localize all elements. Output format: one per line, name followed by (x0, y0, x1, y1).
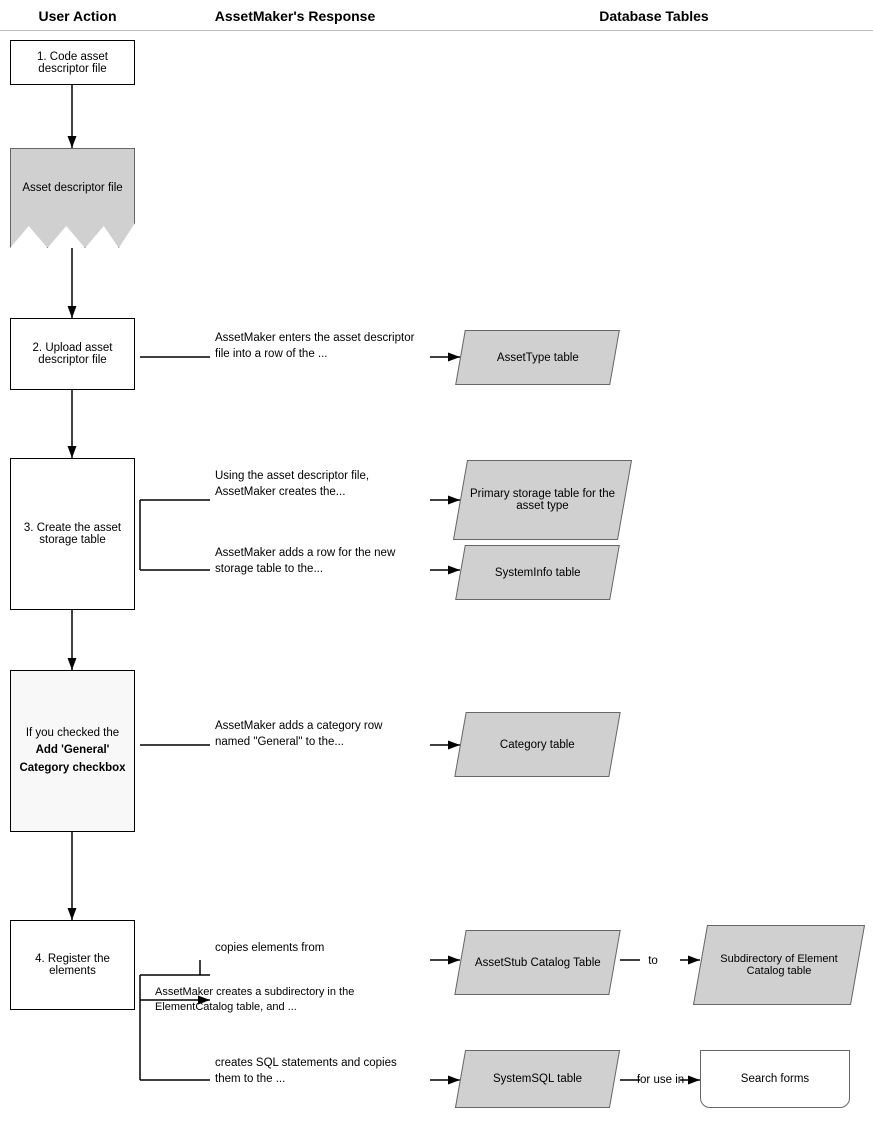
label9-text: for use in (628, 1072, 693, 1088)
step3-box: 3. Create the asset storage table (10, 458, 135, 610)
subdir-element-table-box: Subdirectory of Element Catalog table (693, 925, 865, 1005)
label7-text: AssetMaker creates a subdirectory in the… (155, 985, 395, 1016)
label6-text: to (638, 953, 668, 969)
header-assetmaker-response: AssetMaker's Response (155, 8, 435, 24)
header-row: User Action AssetMaker's Response Databa… (0, 0, 873, 31)
systemsql-table-box: SystemSQL table (455, 1050, 620, 1108)
header-user-action: User Action (0, 8, 155, 24)
diagram-container: User Action AssetMaker's Response Databa… (0, 0, 873, 1136)
category-table-box: Category table (454, 712, 620, 777)
label1-text: AssetMaker enters the asset descriptor f… (215, 330, 415, 362)
systeminfo-table-box: SystemInfo table (455, 545, 620, 600)
assetstub-table-box: AssetStub Catalog Table (454, 930, 620, 995)
search-forms-box: Search forms (700, 1050, 850, 1108)
header-database-tables: Database Tables (435, 8, 873, 24)
label4-text: AssetMaker adds a category row named "Ge… (215, 718, 415, 750)
step1-box: 1. Code asset descriptor file (10, 40, 135, 85)
label2-text: Using the asset descriptor file, AssetMa… (215, 468, 415, 500)
condition-box: If you checked the Add 'General' Categor… (10, 670, 135, 832)
label5-text: copies elements from (215, 940, 415, 956)
step4-box: 4. Register the elements (10, 920, 135, 1010)
step2-box: 2. Upload asset descriptor file (10, 318, 135, 390)
assettype-table-box: AssetType table (455, 330, 620, 385)
primary-storage-box: Primary storage table for the asset type (453, 460, 632, 540)
label8-text: creates SQL statements and copies them t… (215, 1055, 425, 1087)
label3-text: AssetMaker adds a row for the new storag… (215, 545, 415, 577)
asset-descriptor-box: Asset descriptor file (10, 148, 135, 248)
